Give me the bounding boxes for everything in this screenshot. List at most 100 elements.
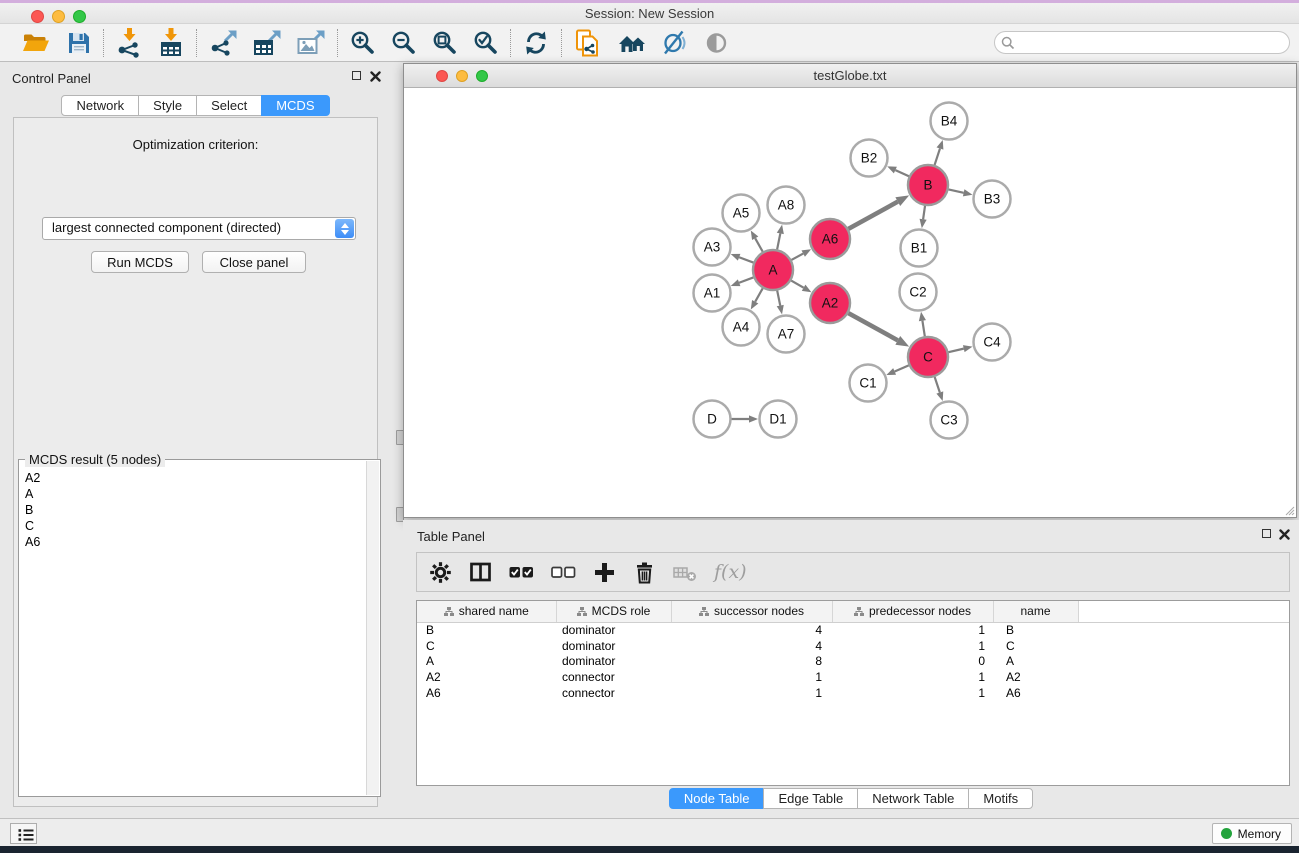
tab-network[interactable]: Network: [61, 95, 139, 116]
zoom-in-button[interactable]: [348, 28, 377, 57]
tab-mcds[interactable]: MCDS: [261, 95, 329, 116]
table-cell[interactable]: 4: [671, 638, 832, 654]
float-table-panel-button[interactable]: [1262, 529, 1271, 538]
table-row[interactable]: A6connector11A6: [417, 685, 1289, 701]
edge-A6-B[interactable]: [848, 202, 897, 229]
tab-edge-table[interactable]: Edge Table: [763, 788, 858, 809]
result-item[interactable]: C: [20, 518, 365, 534]
tab-select[interactable]: Select: [196, 95, 262, 116]
table-settings-button[interactable]: [429, 561, 452, 584]
refresh-button[interactable]: [521, 28, 551, 58]
edge-A-A5[interactable]: [755, 238, 763, 251]
table-cell[interactable]: 1: [832, 622, 993, 638]
graph-node-B3[interactable]: B3: [974, 181, 1011, 218]
edge-A-A7[interactable]: [777, 291, 780, 306]
table-cell[interactable]: A6: [417, 685, 556, 701]
tab-network-table[interactable]: Network Table: [857, 788, 969, 809]
table-cell[interactable]: connector: [556, 669, 671, 685]
edge-C-C4[interactable]: [948, 349, 963, 353]
table-cell[interactable]: B: [993, 622, 1078, 638]
column-header-successor-nodes[interactable]: successor nodes: [671, 601, 832, 622]
import-table-button[interactable]: [156, 27, 186, 59]
delete-row-button[interactable]: [633, 561, 656, 584]
table-cell[interactable]: B: [417, 622, 556, 638]
column-header-shared-name[interactable]: shared name: [417, 601, 556, 622]
graph-node-C4[interactable]: C4: [974, 324, 1011, 361]
edge-C-C3[interactable]: [935, 377, 940, 393]
export-image-button[interactable]: [295, 28, 327, 58]
edge-A2-C[interactable]: [848, 313, 897, 340]
network-window-titlebar[interactable]: testGlobe.txt: [404, 64, 1296, 88]
resize-grip[interactable]: [1282, 503, 1295, 516]
table-cell[interactable]: 0: [832, 653, 993, 669]
graph-node-C1[interactable]: C1: [850, 365, 887, 402]
edge-B-B4[interactable]: [935, 149, 940, 165]
table-cell[interactable]: dominator: [556, 622, 671, 638]
table-cell[interactable]: 1: [832, 685, 993, 701]
memory-button[interactable]: Memory: [1212, 823, 1292, 844]
result-list-scrollbar[interactable]: [366, 461, 379, 795]
graph-node-A7[interactable]: A7: [768, 316, 805, 353]
export-network-button[interactable]: [207, 28, 239, 58]
table-cell[interactable]: dominator: [556, 638, 671, 654]
result-item[interactable]: B: [20, 502, 365, 518]
task-history-button[interactable]: [10, 823, 37, 844]
graph-node-C3[interactable]: C3: [931, 402, 968, 439]
duplicate-network-button[interactable]: [572, 27, 604, 59]
table-cell[interactable]: 1: [832, 638, 993, 654]
save-session-button[interactable]: [64, 29, 93, 57]
open-session-button[interactable]: [20, 29, 52, 57]
deselect-all-columns-button[interactable]: [551, 561, 576, 583]
edge-A-A2[interactable]: [791, 281, 803, 288]
edge-C-C1[interactable]: [895, 365, 909, 371]
table-row[interactable]: Bdominator41B: [417, 622, 1289, 638]
table-cell[interactable]: C: [993, 638, 1078, 654]
float-panel-button[interactable]: [352, 71, 361, 80]
graph-node-D[interactable]: D: [694, 401, 731, 438]
tab-node-table[interactable]: Node Table: [669, 788, 765, 809]
graph-node-A4[interactable]: A4: [723, 309, 760, 346]
result-item[interactable]: A: [20, 486, 365, 502]
graph-node-A5[interactable]: A5: [723, 195, 760, 232]
graph-node-B1[interactable]: B1: [901, 230, 938, 267]
column-header-name[interactable]: name: [993, 601, 1078, 622]
graphics-details-button[interactable]: [660, 28, 690, 58]
edge-B-B1[interactable]: [923, 206, 925, 220]
table-cell[interactable]: A6: [993, 685, 1078, 701]
table-cell[interactable]: 1: [671, 669, 832, 685]
graph-node-B4[interactable]: B4: [931, 103, 968, 140]
result-item[interactable]: A6: [20, 534, 365, 550]
table-cell[interactable]: 1: [671, 685, 832, 701]
close-mcds-panel-button[interactable]: Close panel: [202, 251, 306, 273]
show-hide-panel-button[interactable]: [702, 28, 732, 58]
zoom-fit-button[interactable]: [430, 28, 459, 57]
table-cell[interactable]: A2: [417, 669, 556, 685]
show-columns-button[interactable]: [469, 561, 492, 583]
table-cell[interactable]: connector: [556, 685, 671, 701]
edge-C-C2[interactable]: [922, 321, 924, 337]
graph-node-A3[interactable]: A3: [694, 229, 731, 266]
import-network-button[interactable]: [114, 27, 144, 59]
graph-node-D1[interactable]: D1: [760, 401, 797, 438]
edge-A-A1[interactable]: [739, 277, 753, 282]
function-builder-button[interactable]: f(x): [714, 561, 747, 583]
table-cell[interactable]: A2: [993, 669, 1078, 685]
graph-node-C2[interactable]: C2: [900, 274, 937, 311]
table-cell[interactable]: C: [417, 638, 556, 654]
optimization-criterion-select[interactable]: largest connected component (directed): [42, 217, 356, 240]
graph-node-A2[interactable]: A2: [810, 283, 850, 323]
zoom-selected-button[interactable]: [471, 28, 500, 57]
close-table-panel-button[interactable]: [1279, 529, 1290, 540]
delete-table-button[interactable]: [673, 561, 697, 583]
table-row[interactable]: A2connector11A2: [417, 669, 1289, 685]
graph-node-A[interactable]: A: [753, 250, 793, 290]
table-cell[interactable]: A: [993, 653, 1078, 669]
tab-motifs[interactable]: Motifs: [968, 788, 1033, 809]
column-header-predecessor-nodes[interactable]: predecessor nodes: [832, 601, 993, 622]
export-table-button[interactable]: [251, 28, 283, 58]
result-item[interactable]: A2: [20, 470, 365, 486]
add-row-button[interactable]: [593, 561, 616, 584]
edge-B-B3[interactable]: [949, 189, 964, 192]
home-button[interactable]: [616, 29, 648, 57]
edge-A-A4[interactable]: [755, 288, 763, 301]
